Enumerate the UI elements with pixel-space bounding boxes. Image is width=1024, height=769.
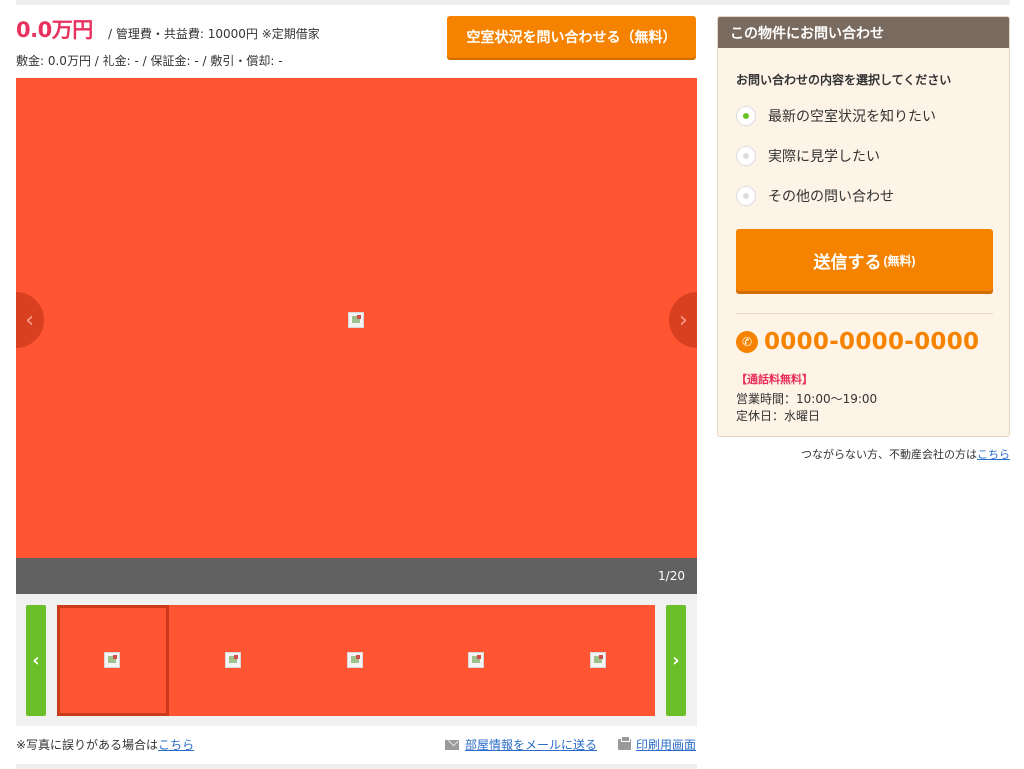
thumbnail-next-button[interactable]: ›: [666, 605, 686, 716]
top-divider: [16, 0, 1010, 5]
radio-button[interactable]: [736, 106, 756, 126]
print-view[interactable]: 印刷用画面: [618, 736, 696, 753]
photo-counter: 1/20: [658, 569, 685, 583]
radio-button[interactable]: [736, 146, 756, 166]
regular-holiday: 定休日：水曜日: [736, 409, 821, 423]
photo-gallery: ‹ ›: [16, 78, 697, 558]
thumbnail-5[interactable]: [543, 605, 655, 716]
print-view-link[interactable]: 印刷用画面: [636, 736, 696, 753]
phone-contact[interactable]: ✆ 0000-0000-0000: [736, 329, 979, 355]
phone-icon: ✆: [736, 331, 758, 353]
gallery-prev-button[interactable]: ‹: [16, 292, 44, 348]
thumbnail-list: [57, 605, 655, 716]
inquiry-option-label: 実際に見学したい: [768, 149, 880, 165]
send-inquiry-button[interactable]: 送信する (無料): [736, 229, 993, 291]
broken-image-icon: [468, 652, 484, 668]
broken-image-icon: [104, 652, 120, 668]
thumbnail-2[interactable]: [178, 605, 290, 716]
rent-price: 0.0万円: [16, 18, 93, 42]
alternate-contact-text: つながらない方、不動産会社の方は: [801, 448, 977, 461]
vacancy-inquiry-button[interactable]: 空室状況を問い合わせる（無料）: [447, 16, 696, 58]
radio-button[interactable]: [736, 186, 756, 206]
alternate-contact-link[interactable]: こちら: [977, 448, 1010, 461]
gallery-counter-bar: 1/20: [16, 558, 697, 594]
bottom-divider: [16, 764, 697, 769]
inquiry-option-vacancy[interactable]: 最新の空室状況を知りたい: [736, 106, 936, 126]
business-hours: 営業時間：10:00〜19:00: [736, 392, 878, 406]
gallery-next-button[interactable]: ›: [669, 292, 697, 348]
sidebar-divider: [736, 313, 993, 314]
thumbnail-4[interactable]: [421, 605, 533, 716]
broken-image-icon: [348, 312, 364, 328]
inquiry-option-other[interactable]: その他の問い合わせ: [736, 186, 894, 206]
thumbnail-3[interactable]: [300, 605, 412, 716]
photo-error-link[interactable]: こちら: [158, 738, 194, 752]
free-call-badge: 【通話料無料】: [736, 373, 813, 386]
broken-image-icon: [347, 652, 363, 668]
chevron-right-icon: ›: [672, 650, 680, 671]
photo-error-note: ※写真に誤りがある場合はこちら: [16, 736, 194, 753]
send-to-email[interactable]: 部屋情報をメールに送る: [445, 736, 597, 753]
mail-icon: [445, 739, 459, 750]
chevron-left-icon: ‹: [32, 650, 40, 671]
inquiry-panel: この物件にお問い合わせ お問い合わせの内容を選択してください 最新の空室状況を知…: [717, 16, 1010, 437]
inquiry-option-label: 最新の空室状況を知りたい: [768, 109, 936, 125]
send-to-email-link[interactable]: 部屋情報をメールに送る: [465, 736, 597, 753]
send-button-suffix: (無料): [883, 253, 916, 268]
thumbnail-1[interactable]: [57, 605, 169, 716]
inquiry-option-label: その他の問い合わせ: [768, 189, 894, 205]
deposit-info: 敷金: 0.0万円 / 礼金: - / 保証金: - / 敷引・償却: -: [16, 54, 283, 68]
inquiry-panel-title: この物件にお問い合わせ: [718, 17, 1009, 48]
broken-image-icon: [590, 652, 606, 668]
alternate-contact: つながらない方、不動産会社の方はこちら: [801, 446, 1010, 462]
thumbnail-strip: ‹ ›: [16, 594, 697, 726]
chevron-left-icon: ‹: [25, 307, 34, 333]
broken-image-icon: [225, 652, 241, 668]
send-button-label: 送信する: [813, 252, 882, 272]
inquiry-option-visit[interactable]: 実際に見学したい: [736, 146, 880, 166]
phone-number[interactable]: 0000-0000-0000: [764, 329, 979, 355]
inquiry-prompt: お問い合わせの内容を選択してください: [736, 73, 952, 87]
printer-icon: [618, 736, 631, 750]
thumbnail-prev-button[interactable]: ‹: [26, 605, 46, 716]
management-fee: / 管理費・共益費: 10000円 ※定期借家: [108, 27, 320, 41]
chevron-right-icon: ›: [679, 307, 688, 333]
photo-error-text: ※写真に誤りがある場合は: [16, 738, 159, 752]
